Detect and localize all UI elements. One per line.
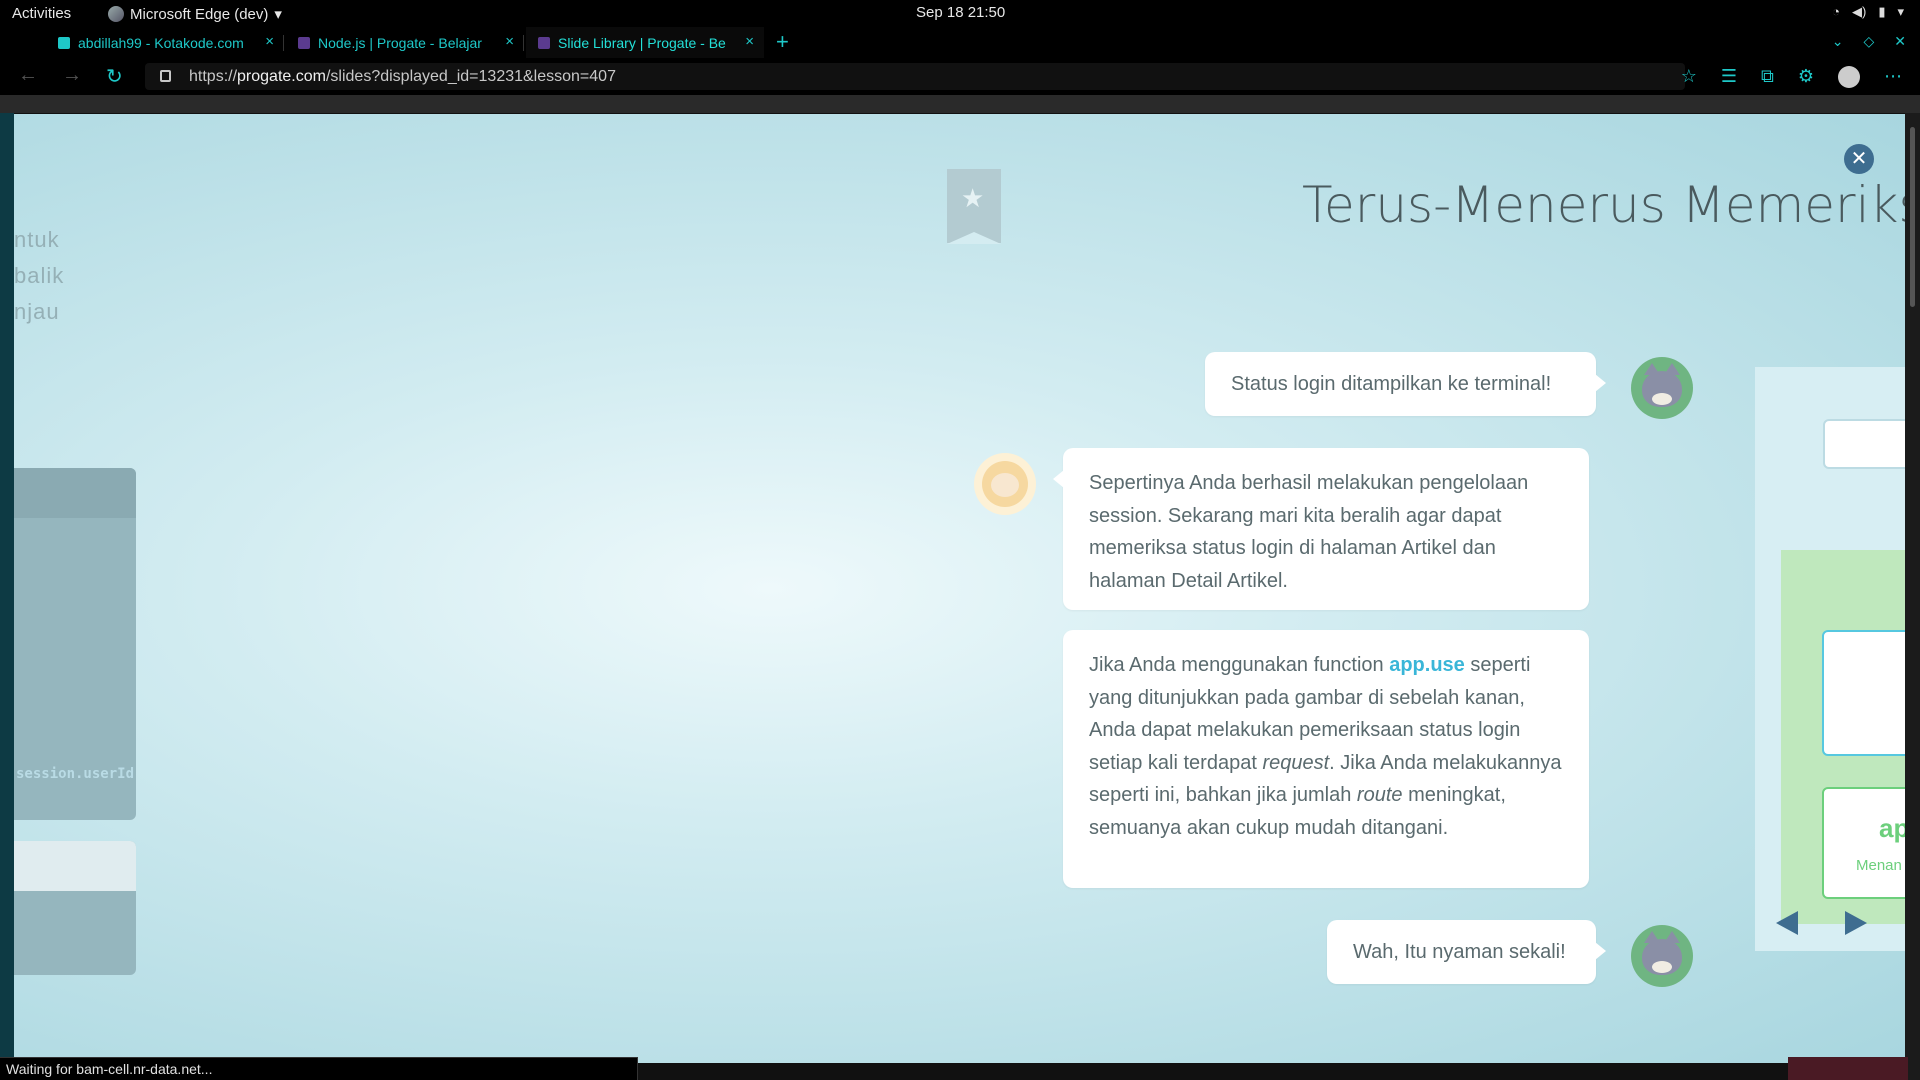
sheep-avatar-icon — [974, 453, 1036, 515]
profile-avatar-icon[interactable] — [1838, 66, 1860, 88]
progate-favicon-icon — [538, 36, 550, 49]
card-header — [14, 841, 136, 891]
sheep-face — [991, 473, 1019, 497]
previous-slide-card-2 — [14, 841, 136, 975]
more-menu-icon[interactable]: ⋯ — [1884, 66, 1902, 88]
slide-modal: ntuk balik njau session.userId ★ Terus-M… — [14, 114, 1905, 1063]
status-bar: Waiting for bam-cell.nr-data.net... — [0, 1057, 638, 1080]
address-bar[interactable]: https://progate.com/slides?displayed_id=… — [145, 63, 1685, 90]
tab-nodejs-progate[interactable]: Node.js | Progate - Belajar × — [286, 27, 524, 58]
chevron-down-icon: ▾ — [274, 6, 282, 23]
close-window-icon[interactable]: ✕ — [1894, 33, 1906, 50]
illustration-diagram: ap Menan — [1781, 550, 1905, 924]
collections-icon[interactable]: ⧉ — [1761, 66, 1774, 88]
extensions-icon[interactable]: ⚙ — [1798, 66, 1814, 88]
diagram-box: ap Menan — [1822, 787, 1905, 899]
lock-icon[interactable] — [160, 70, 171, 82]
bookmark-button[interactable]: ★ — [947, 169, 1001, 244]
diagram-box — [1822, 630, 1905, 756]
chat-bubble: Wah, Itu nyaman sekali! — [1327, 920, 1606, 984]
cat-avatar-icon — [1631, 925, 1693, 987]
url-prefix: https:// — [189, 68, 238, 85]
close-tab-icon[interactable]: × — [505, 33, 514, 50]
background-page-strip — [0, 95, 1920, 113]
previous-slide-peek: ntuk balik njau — [14, 222, 64, 330]
url-domain: progate.com — [237, 68, 326, 85]
italic-term: request — [1262, 751, 1330, 774]
tab-list-icon[interactable]: ⌄ — [1832, 33, 1844, 50]
maximize-icon[interactable]: ◇ — [1863, 33, 1874, 50]
app-name: Microsoft Edge (dev) — [130, 5, 269, 23]
peek-line: ntuk — [14, 227, 60, 252]
toolbar-icons: ☆ ☰ ⧉ ⚙ ⋯ — [1681, 66, 1902, 88]
illustration-panel: ap Menan — [1755, 367, 1905, 951]
diagram-box-title: ap — [1879, 813, 1905, 843]
tab-kotakode[interactable]: abdillah99 - Kotakode.com × — [46, 27, 284, 58]
progate-favicon-icon — [298, 36, 310, 49]
close-modal-button[interactable]: ✕ — [1844, 144, 1874, 174]
next-slide-arrow-icon[interactable] — [1845, 911, 1867, 935]
italic-term: route — [1356, 784, 1403, 806]
power-menu-icon: ▾ — [1897, 4, 1904, 19]
window-controls: ⌄ ◇ ✕ — [1832, 33, 1906, 50]
favorites-icon[interactable]: ☰ — [1721, 66, 1737, 88]
back-arrow-icon[interactable]: ← — [18, 64, 38, 87]
new-tab-button[interactable]: + — [776, 29, 789, 55]
card-header — [14, 468, 136, 518]
app-menu[interactable]: Microsoft Edge (dev) ▾ — [108, 5, 282, 23]
battery-icon: ▮ — [1878, 4, 1886, 19]
previous-slide-card: session.userId — [14, 468, 136, 820]
edge-icon — [108, 6, 124, 22]
close-tab-icon[interactable]: × — [745, 33, 754, 50]
illustration-input — [1823, 419, 1905, 469]
previous-slide-arrow-icon[interactable] — [1776, 911, 1798, 935]
system-top-bar: Activities Microsoft Edge (dev) ▾ Sep 18… — [0, 0, 1920, 27]
message-text: Jika Anda menggunakan function app.use s… — [1089, 649, 1569, 844]
slide-title: Terus-Menerus Memeriksa S — [1302, 176, 1905, 234]
page-viewport: ntuk balik njau session.userId ★ Terus-M… — [0, 95, 1920, 1080]
page-scrollbar[interactable] — [1905, 113, 1920, 1080]
close-icon: ✕ — [1850, 148, 1868, 170]
scrollbar-thumb[interactable] — [1910, 127, 1915, 307]
kotakode-favicon-icon — [58, 36, 70, 49]
peek-line: balik — [14, 263, 65, 288]
activities-button[interactable]: Activities — [12, 5, 71, 22]
code-highlight: app.use — [1389, 654, 1465, 676]
forward-arrow-icon[interactable]: → — [62, 64, 82, 87]
chat-bubble: Sepertinya Anda berhasil melakukan penge… — [1053, 448, 1589, 610]
text-part: Jika Anda menggunakan function — [1089, 654, 1390, 676]
close-tab-icon[interactable]: × — [265, 33, 274, 50]
peek-line: njau — [14, 299, 60, 324]
message-text: Wah, Itu nyaman sekali! — [1353, 941, 1566, 963]
diagram-box-subtitle: Menan — [1856, 857, 1902, 874]
wifi-icon: ◔ — [1832, 4, 1840, 19]
tab-slide-library[interactable]: Slide Library | Progate - Belajar × — [526, 27, 764, 58]
tab-title: abdillah99 - Kotakode.com — [78, 34, 244, 51]
system-tray[interactable]: ◔ ◀) ▮ ▾ — [1832, 4, 1904, 20]
message-text: Status login ditampilkan ke terminal! — [1231, 373, 1552, 395]
tab-title: Slide Library | Progate - Belajar — [558, 34, 726, 51]
background-page-edge — [0, 113, 14, 1080]
address-row: ← → ↻ https://progate.com/slides?display… — [0, 58, 1920, 95]
volume-icon: ◀) — [1851, 4, 1867, 19]
cat-muzzle — [1652, 961, 1672, 973]
code-snippet: session.userId — [16, 766, 135, 782]
url-path: /slides?displayed_id=13231&lesson=407 — [325, 68, 616, 85]
star-icon: ★ — [961, 183, 985, 213]
reload-icon[interactable]: ↻ — [106, 64, 123, 89]
background-page-element — [1788, 1057, 1908, 1080]
tab-title: Node.js | Progate - Belajar — [318, 34, 482, 51]
message-text: Sepertinya Anda berhasil melakukan penge… — [1089, 472, 1529, 592]
cat-muzzle — [1652, 393, 1672, 405]
chat-bubble: Jika Anda menggunakan function app.use s… — [1063, 630, 1589, 888]
clock[interactable]: Sep 18 21:50 — [916, 4, 1005, 21]
chat-bubble: Status login ditampilkan ke terminal! — [1205, 352, 1606, 416]
tab-strip: abdillah99 - Kotakode.com × Node.js | Pr… — [0, 27, 1920, 76]
add-favorite-icon[interactable]: ☆ — [1681, 66, 1697, 88]
cat-avatar-icon — [1631, 357, 1693, 419]
